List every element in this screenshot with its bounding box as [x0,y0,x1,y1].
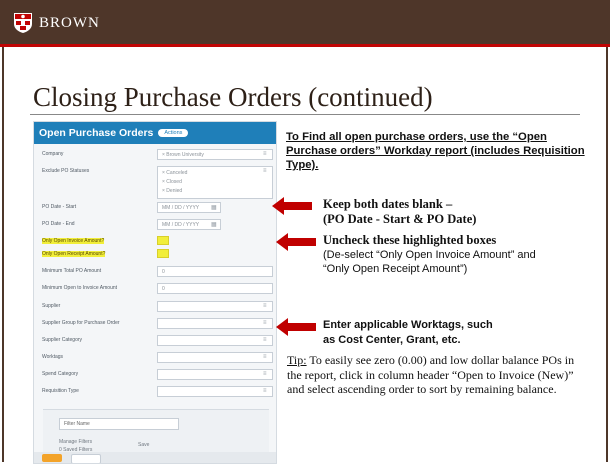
status-token-denied[interactable]: × Denied [162,188,182,194]
list-icon[interactable]: ≡ [263,388,269,394]
po-date-start-field[interactable]: MM / DD / YYYY ▦ [157,202,221,213]
filter-name-placeholder: Filter Name [64,421,90,427]
only-open-receipt-checkbox[interactable] [157,249,169,258]
brown-shield-icon [14,13,32,33]
min-open-invoice-value: 0 [162,286,165,292]
ok-button[interactable] [42,454,62,462]
instruction-main: To Find all open purchase orders, use th… [286,131,585,171]
tip-paragraph: Tip: To easily see zero (0.00) and low d… [287,353,587,397]
save-filter-button[interactable]: Save [138,442,149,448]
panel-title: Open Purchase Orders [39,127,154,139]
supplier-group-field[interactable]: ≡ [157,318,273,329]
actions-button[interactable]: Actions [158,129,189,137]
field-label-requisition-type: Requisition Type [42,388,79,394]
po-date-end-field[interactable]: MM / DD / YYYY ▦ [157,219,221,230]
header-divider [0,44,610,47]
field-label-min-open-invoice: Minimum Open to Invoice Amount [42,285,118,291]
arrow-left-icon [276,318,316,336]
left-frame-line [2,47,4,462]
note-worktags-line1: Enter applicable Worktags, such [323,319,493,331]
header-bar: BROWN [0,0,610,44]
field-label-open-receipt: Only Open Receipt Amount? [42,251,106,257]
arrow-left-icon [272,197,312,215]
arrow-left-icon [276,233,316,251]
only-open-invoice-checkbox[interactable] [157,236,169,245]
requisition-type-field[interactable]: ≡ [157,386,273,397]
list-icon[interactable]: ≡ [263,151,269,157]
manage-filters-link[interactable]: Manage Filters [59,439,92,445]
panel-header: Open Purchase Orders Actions [34,122,276,144]
field-label-open-invoice: Only Open Invoice Amount? [42,238,105,244]
tip-label: Tip: [287,353,307,367]
po-date-start-placeholder: MM / DD / YYYY [162,205,200,211]
note-worktags-line2: as Cost Center, Grant, etc. [323,334,461,346]
supplier-field[interactable]: ≡ [157,301,273,312]
field-label-worktags: Worktags [42,354,64,360]
list-icon[interactable]: ≡ [263,354,269,360]
right-frame-line [606,47,608,462]
brand-wordmark: BROWN [39,14,100,31]
field-label-po-date-end: PO Date - End [42,221,75,227]
worktags-field[interactable]: ≡ [157,352,273,363]
list-icon[interactable]: ≡ [263,168,269,174]
po-date-end-placeholder: MM / DD / YYYY [162,222,200,228]
note-uncheck-detail: (De-select “Only Open Invoice Amount” an… [323,249,536,275]
list-icon[interactable]: ≡ [263,371,269,377]
company-value: × Brown University [162,152,204,158]
field-label-supplier: Supplier [42,303,61,309]
status-token-canceled[interactable]: × Canceled [162,170,187,176]
status-token-closed[interactable]: × Closed [162,179,182,185]
brown-logo: BROWN [13,12,100,34]
spend-category-field[interactable]: ≡ [157,369,273,380]
company-field[interactable]: × Brown University ≡ [157,149,273,160]
note-dates-line1: Keep both dates blank – [323,197,453,211]
field-label-exclude-statuses: Exclude PO Statuses [42,168,90,174]
calendar-icon[interactable]: ▦ [211,221,217,228]
min-open-invoice-field[interactable]: 0 [157,283,273,294]
list-icon[interactable]: ≡ [263,320,269,326]
exclude-statuses-field[interactable]: × Canceled × Closed × Denied ≡ [157,166,273,199]
min-total-po-value: 0 [162,269,165,275]
note-uncheck-bold: Uncheck these highlighted boxes [323,233,497,247]
calendar-icon[interactable]: ▦ [211,204,217,211]
list-icon[interactable]: ≡ [263,337,269,343]
field-label-supplier-category: Supplier Category [42,337,83,343]
supplier-category-field[interactable]: ≡ [157,335,273,346]
field-label-min-total-po: Minimum Total PO Amount [42,268,102,274]
slide: BROWN Closing Purchase Orders (continued… [0,0,610,464]
filter-name-input[interactable]: Filter Name [59,418,179,430]
workday-report-panel: Open Purchase Orders Actions Company × B… [33,121,277,464]
min-total-po-field[interactable]: 0 [157,266,273,277]
note-dates-line2: (PO Date - Start & PO Date) [323,212,477,226]
slide-title: Closing Purchase Orders (continued) [33,82,433,112]
panel-footer [34,452,276,463]
field-label-spend-category: Spend Category [42,371,79,377]
list-icon[interactable]: ≡ [263,303,269,309]
field-label-po-date-start: PO Date - Start [42,204,77,210]
field-label-supplier-group: Supplier Group for Purchase Order [42,320,120,326]
field-label-company: Company [42,151,64,157]
title-rule [30,114,580,115]
tip-text: To easily see zero (0.00) and low dollar… [287,353,575,396]
cancel-button[interactable] [71,454,101,463]
